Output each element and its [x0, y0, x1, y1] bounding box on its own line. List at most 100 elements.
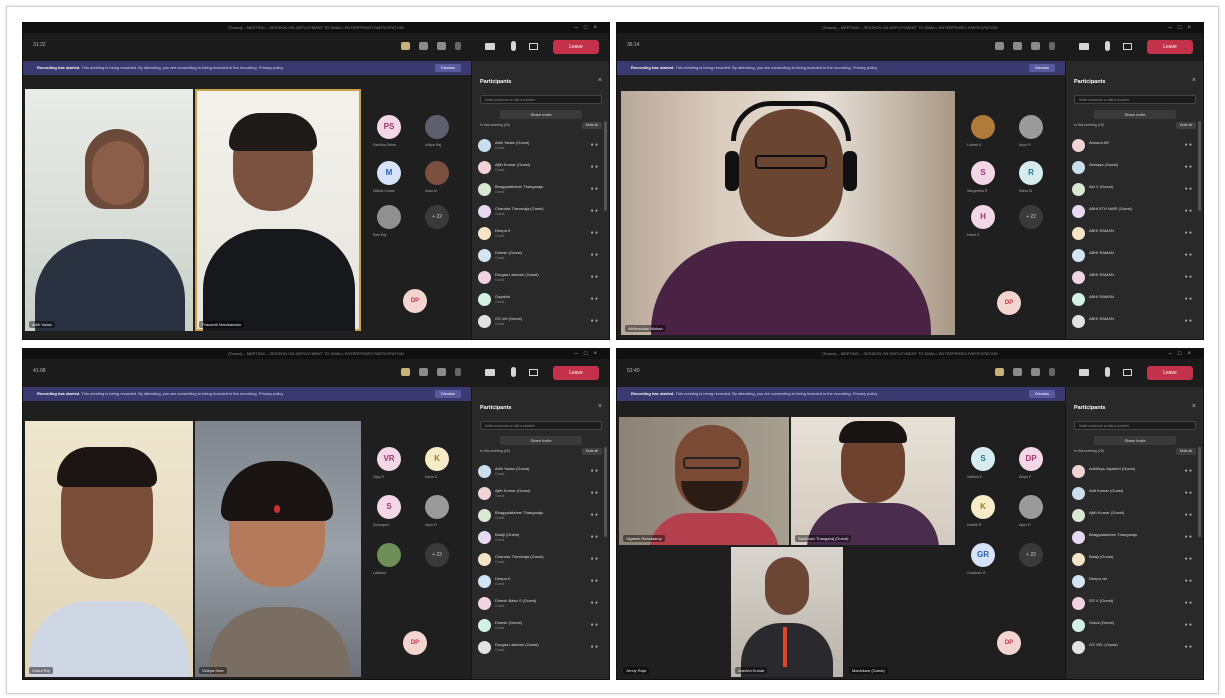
raised-hand-avatar[interactable]: DP — [403, 631, 427, 655]
mic-status-icon[interactable]: ● ● — [591, 142, 598, 148]
video-tile[interactable]: Vignesh Ramasamy — [619, 417, 789, 545]
mic-status-icon[interactable]: ● ● — [1185, 600, 1192, 606]
participants-icon[interactable] — [995, 368, 1004, 376]
dismiss-button[interactable]: Dismiss — [435, 64, 461, 72]
participant-list-item[interactable]: ABHI RAMAN ● ● — [1072, 245, 1194, 267]
leave-button[interactable]: Leave — [1147, 366, 1193, 380]
close-icon[interactable]: × — [1192, 403, 1196, 410]
microphone-icon[interactable] — [511, 41, 516, 51]
share-invite-button[interactable]: Share invite — [1094, 436, 1176, 445]
camera-icon[interactable] — [485, 43, 495, 50]
participant-list-item[interactable]: GS VEL (Guest) ● ● — [1072, 637, 1194, 659]
more-participants-button[interactable]: + 22 — [425, 205, 449, 229]
more-options-icon[interactable] — [1049, 42, 1055, 50]
chat-icon[interactable] — [419, 42, 428, 50]
video-tile[interactable]: Vidhya Sree — [195, 421, 361, 677]
participants-icon[interactable] — [401, 368, 410, 376]
reactions-icon[interactable] — [1031, 368, 1040, 376]
camera-icon[interactable] — [485, 369, 495, 376]
participant-list-item[interactable]: Bhagyalakshmi Thangaraju ● ● — [1072, 527, 1194, 549]
participant-avatar[interactable]: VR — [377, 447, 401, 471]
scrollbar[interactable] — [1198, 121, 1201, 211]
scrollbar[interactable] — [1198, 447, 1201, 537]
mic-status-icon[interactable]: ● ● — [1185, 274, 1192, 280]
raised-hand-avatar[interactable]: DP — [997, 631, 1021, 655]
mic-status-icon[interactable]: ● ● — [1185, 556, 1192, 562]
video-tile-active-speaker[interactable]: Abhinandan Mohan — [621, 91, 955, 335]
participant-list-item[interactable]: Dinesh Babu S (Guest) Guest ● ● — [478, 593, 600, 615]
dismiss-button[interactable]: Dismiss — [1029, 64, 1055, 72]
participant-list-item[interactable]: Aditi Yadav (Guest) Guest ● ● — [478, 461, 600, 483]
mic-status-icon[interactable]: ● ● — [591, 318, 598, 324]
participant-list-item[interactable]: Chandra Thevaraja (Guest) Guest ● ● — [478, 549, 600, 571]
mic-status-icon[interactable]: ● ● — [1185, 490, 1192, 496]
leave-button[interactable]: Leave — [553, 366, 599, 380]
participant-list-item[interactable]: GS V (Guest) ● ● — [1072, 593, 1194, 615]
camera-icon[interactable] — [1079, 43, 1089, 50]
mic-status-icon[interactable]: ● ● — [1185, 252, 1192, 258]
chat-icon[interactable] — [1013, 42, 1022, 50]
participant-list-item[interactable]: Ajith Kumar (Guest) Guest ● ● — [478, 483, 600, 505]
mic-status-icon[interactable]: ● ● — [1185, 208, 1192, 214]
participant-list-item[interactable]: Balaji (Guest) ● ● — [1072, 549, 1194, 571]
raised-hand-avatar[interactable]: DP — [997, 291, 1021, 315]
participant-list-item[interactable]: Gokul (Guest) ● ● — [1072, 615, 1194, 637]
close-icon[interactable]: × — [1192, 77, 1196, 84]
participant-avatar[interactable] — [1019, 495, 1043, 519]
participant-list-item[interactable]: Adhithya Jayanthi (Guest) ● ● — [1072, 461, 1194, 483]
in-meeting-section[interactable]: In this meeting (29) — [1074, 449, 1104, 453]
chat-icon[interactable] — [1013, 368, 1022, 376]
more-participants-button[interactable]: + 22 — [1019, 205, 1043, 229]
chat-icon[interactable] — [419, 368, 428, 376]
participant-avatar[interactable]: DP — [1019, 447, 1043, 471]
share-screen-icon[interactable] — [529, 369, 538, 376]
participant-avatar[interactable]: K — [971, 495, 995, 519]
more-participants-button[interactable]: + 22 — [1019, 543, 1043, 567]
participant-list-item[interactable]: GS Vel (Guest) Guest ● ● — [478, 311, 600, 333]
leave-button[interactable]: Leave — [1147, 40, 1193, 54]
share-invite-button[interactable]: Share invite — [500, 436, 582, 445]
mute-all-button[interactable]: Mute all — [581, 122, 602, 129]
mute-all-button[interactable]: Mute all — [581, 448, 602, 455]
mic-status-icon[interactable]: ● ● — [591, 164, 598, 170]
participant-avatar[interactable]: S — [971, 161, 995, 185]
video-tile[interactable]: Jenny Raja — [619, 547, 729, 677]
microphone-icon[interactable] — [511, 367, 516, 377]
participant-list-item[interactable]: Gayathri Guest ● ● — [478, 289, 600, 311]
participant-avatar[interactable]: M — [377, 161, 401, 185]
participant-avatar[interactable] — [377, 543, 401, 567]
mic-status-icon[interactable]: ● ● — [591, 230, 598, 236]
participant-list-item[interactable]: Durgaa Lakshmi (Guest) Guest ● ● — [478, 267, 600, 289]
participant-avatar[interactable] — [971, 115, 995, 139]
video-tile[interactable]: Manickam (Guest) — [845, 547, 955, 677]
share-screen-icon[interactable] — [1123, 43, 1132, 50]
microphone-icon[interactable] — [1105, 367, 1110, 377]
mic-status-icon[interactable]: ● ● — [591, 578, 598, 584]
mic-status-icon[interactable]: ● ● — [1185, 578, 1192, 584]
video-tile[interactable]: Aditi Yadav — [25, 89, 193, 331]
participant-avatar[interactable]: H — [971, 205, 995, 229]
mic-status-icon[interactable]: ● ● — [591, 556, 598, 562]
mute-all-button[interactable]: Mute all — [1175, 122, 1196, 129]
close-icon[interactable]: × — [598, 77, 602, 84]
participant-avatar[interactable]: S — [971, 447, 995, 471]
mic-status-icon[interactable]: ● ● — [1185, 534, 1192, 540]
mic-status-icon[interactable]: ● ● — [1185, 186, 1192, 192]
in-meeting-section[interactable]: In this meeting (29) — [480, 449, 510, 453]
leave-button[interactable]: Leave — [553, 40, 599, 54]
participant-avatar[interactable] — [425, 495, 449, 519]
mic-status-icon[interactable]: ● ● — [591, 490, 598, 496]
participant-list-item[interactable]: Deepa K Guest ● ● — [478, 571, 600, 593]
mic-status-icon[interactable]: ● ● — [1185, 296, 1192, 302]
participant-avatar[interactable] — [1019, 115, 1043, 139]
participant-avatar[interactable]: S — [377, 495, 401, 519]
scrollbar[interactable] — [604, 121, 607, 211]
invite-search-input[interactable]: Invite someone or dial a number — [480, 95, 602, 104]
mic-status-icon[interactable]: ● ● — [591, 296, 598, 302]
mic-status-icon[interactable]: ● ● — [591, 274, 598, 280]
participant-list-item[interactable]: Dinesh (Guest) Guest ● ● — [478, 615, 600, 637]
mic-status-icon[interactable]: ● ● — [1185, 512, 1192, 518]
share-invite-button[interactable]: Share invite — [1094, 110, 1176, 119]
mic-status-icon[interactable]: ● ● — [591, 252, 598, 258]
in-meeting-section[interactable]: In this meeting (29) — [480, 123, 510, 127]
